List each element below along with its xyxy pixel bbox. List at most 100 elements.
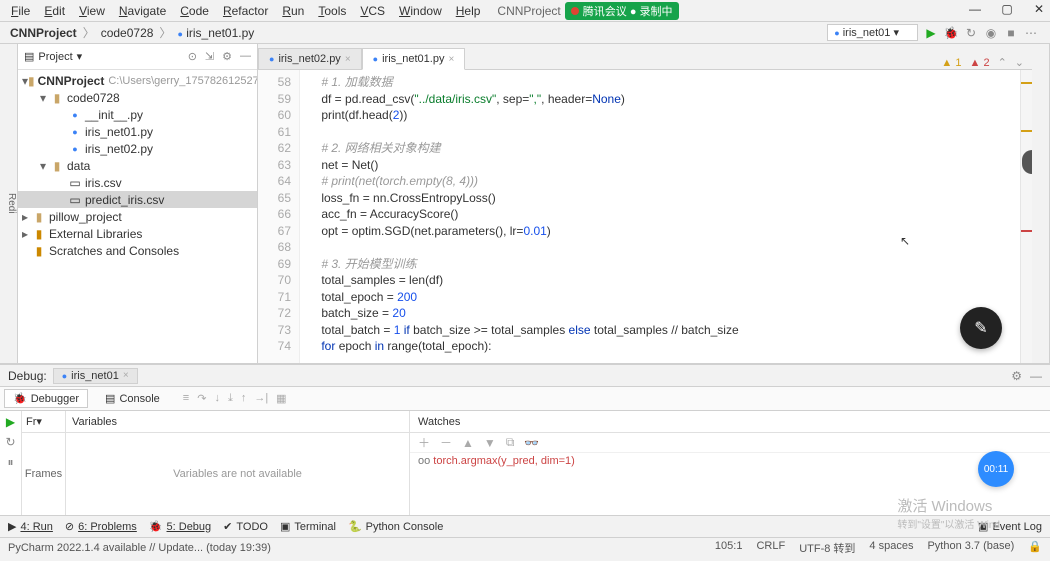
code-area[interactable]: 5859606162636465666768697071727374 # 1. …: [258, 70, 1032, 363]
tree-file-init[interactable]: ●__init__.py: [18, 106, 257, 123]
evaluate-icon[interactable]: ▦: [276, 392, 286, 405]
step-into-my-icon[interactable]: ⤓: [228, 392, 233, 405]
run-to-cursor-icon[interactable]: →|: [254, 392, 268, 405]
step-icon[interactable]: ≡: [183, 392, 189, 405]
select-opened-icon[interactable]: ⊙: [188, 50, 197, 63]
line-gutter: 5859606162636465666768697071727374: [258, 70, 300, 363]
debug-title: Debug:: [8, 369, 47, 383]
timer-badge: 00:11: [978, 451, 1014, 487]
problems-tool[interactable]: ⊘ 6: Problems: [65, 520, 137, 533]
status-message[interactable]: PyCharm 2022.1.4 available // Update... …: [8, 542, 271, 554]
editor: ●iris_net02.py× ●iris_net01.py× ▲ 1 ▲ 2 …: [258, 44, 1032, 363]
up-icon[interactable]: ▲: [462, 436, 474, 450]
pause-icon[interactable]: ⏸: [7, 455, 13, 470]
crumb-folder[interactable]: code0728: [97, 26, 158, 40]
tree-file-net01[interactable]: ●iris_net01.py: [18, 123, 257, 140]
run-config-select[interactable]: ● iris_net01 ▾: [827, 24, 918, 41]
right-gutter[interactable]: [1032, 44, 1050, 363]
event-log[interactable]: ▣ Event Log: [978, 520, 1042, 533]
encoding[interactable]: UTF-8 转到: [799, 540, 855, 556]
tab-net01[interactable]: ●iris_net01.py×: [362, 48, 466, 70]
chevron-down-icon[interactable]: ⌄: [1015, 56, 1024, 69]
debug-session-tab[interactable]: ●iris_net01 ×: [53, 368, 138, 384]
close-icon[interactable]: ×: [345, 54, 351, 65]
step-over-icon[interactable]: ↷: [197, 392, 206, 405]
glasses-icon[interactable]: 👓: [524, 436, 539, 450]
terminal-tool[interactable]: ▣ Terminal: [280, 520, 336, 533]
expand-icon[interactable]: ⇲: [205, 50, 214, 63]
debug-tool[interactable]: 🐞 5: Debug: [149, 520, 211, 533]
indent[interactable]: 4 spaces: [869, 540, 913, 556]
maximize-button[interactable]: ▢: [1000, 2, 1014, 16]
tree-file-predict-csv[interactable]: ▭predict_iris.csv: [18, 191, 257, 208]
debug-settings-icon[interactable]: ⚙: [1011, 369, 1022, 383]
tree-folder-code[interactable]: ▾▮code0728: [18, 89, 257, 106]
step-out-icon[interactable]: ↑: [241, 392, 247, 405]
menu-bar: FileEditViewNavigateCodeRefactorRunTools…: [0, 0, 1050, 22]
close-icon[interactable]: ×: [448, 54, 454, 65]
menu-refactor[interactable]: Refactor: [216, 2, 275, 20]
console-tab[interactable]: ▤ Console: [96, 389, 169, 408]
add-watch-icon[interactable]: ＋: [418, 434, 430, 451]
left-gutter[interactable]: Redi: [0, 44, 18, 363]
debug-icon[interactable]: 🐞: [944, 26, 958, 40]
menu-code[interactable]: Code: [173, 2, 216, 20]
resume-icon[interactable]: ↻: [5, 435, 15, 449]
more-icon[interactable]: ⋯: [1024, 26, 1038, 40]
copy-icon[interactable]: ⧉: [506, 435, 515, 450]
edit-fab-icon[interactable]: ✎: [960, 307, 1002, 349]
step-into-icon[interactable]: ↓: [214, 392, 220, 405]
watch-expression[interactable]: oo torch.argmax(y_pred, dim=1): [410, 453, 1050, 469]
down-icon[interactable]: ▼: [484, 436, 496, 450]
project-tree[interactable]: ▾▮CNNProjectC:\Users\gerry_1757826125271…: [18, 70, 257, 363]
profile-icon[interactable]: ◉: [984, 26, 998, 40]
menu-help[interactable]: Help: [449, 2, 488, 20]
warning-indicator[interactable]: ▲ 1: [941, 57, 961, 69]
tree-root[interactable]: ▾▮CNNProjectC:\Users\gerry_1757826125271…: [18, 72, 257, 89]
run-icon[interactable]: ▶: [924, 26, 938, 40]
run-tool[interactable]: ▶ 4: Run: [8, 520, 53, 533]
project-pane-title[interactable]: ▤ Project ▾: [24, 50, 82, 63]
todo-tool[interactable]: ✔ TODO: [223, 520, 268, 533]
tree-file-net02[interactable]: ●iris_net02.py: [18, 140, 257, 157]
menu-edit[interactable]: Edit: [37, 2, 72, 20]
frames-selector[interactable]: Fr ▾: [22, 411, 65, 433]
menu-vcs[interactable]: VCS: [353, 2, 392, 20]
tree-external-libs[interactable]: ▸▮External Libraries: [18, 225, 257, 242]
recording-badge: 腾讯会议 ● 录制中: [565, 2, 679, 20]
menu-view[interactable]: View: [72, 2, 112, 20]
tree-folder-data[interactable]: ▾▮data: [18, 157, 257, 174]
hide-icon[interactable]: —: [240, 50, 251, 63]
crumb-file[interactable]: ● iris_net01.py: [173, 26, 258, 40]
pyconsole-tool[interactable]: 🐍 Python Console: [348, 520, 443, 533]
error-indicator[interactable]: ▲ 2: [969, 57, 989, 69]
menu-file[interactable]: File: [4, 2, 37, 20]
minimize-button[interactable]: —: [968, 2, 982, 16]
menu-navigate[interactable]: Navigate: [112, 2, 173, 20]
lock-icon[interactable]: 🔒: [1028, 540, 1042, 556]
interpreter[interactable]: Python 3.7 (base): [927, 540, 1014, 556]
caret-pos[interactable]: 105:1: [715, 540, 743, 556]
menu-run[interactable]: Run: [275, 2, 311, 20]
settings-icon[interactable]: ⚙: [222, 50, 232, 63]
debug-hide-icon[interactable]: —: [1030, 369, 1042, 383]
line-sep[interactable]: CRLF: [756, 540, 785, 556]
tree-folder-pillow[interactable]: ▸▮pillow_project: [18, 208, 257, 225]
rerun-icon[interactable]: ▶: [6, 415, 15, 429]
menu-window[interactable]: Window: [392, 2, 449, 20]
variables-empty-msg: Variables are not available: [66, 433, 409, 515]
crumb-root[interactable]: CNNProject: [6, 26, 81, 40]
remove-watch-icon[interactable]: －: [440, 434, 452, 451]
error-stripe[interactable]: [1020, 70, 1032, 363]
menu-tools[interactable]: Tools: [311, 2, 353, 20]
debugger-tab[interactable]: 🐞 Debugger: [4, 389, 88, 408]
tab-net02[interactable]: ●iris_net02.py×: [258, 48, 362, 69]
chevron-up-icon[interactable]: ⌃: [998, 56, 1007, 69]
coverage-icon[interactable]: ↻: [964, 26, 978, 40]
tree-file-iris-csv[interactable]: ▭iris.csv: [18, 174, 257, 191]
tree-scratches[interactable]: ▮Scratches and Consoles: [18, 242, 257, 259]
close-button[interactable]: ✕: [1032, 2, 1046, 16]
stop-icon[interactable]: ■: [1004, 26, 1018, 40]
side-handle-icon[interactable]: [1022, 150, 1032, 174]
code-content[interactable]: # 1. 加载数据 df = pd.read_csv("../data/iris…: [300, 70, 1020, 363]
